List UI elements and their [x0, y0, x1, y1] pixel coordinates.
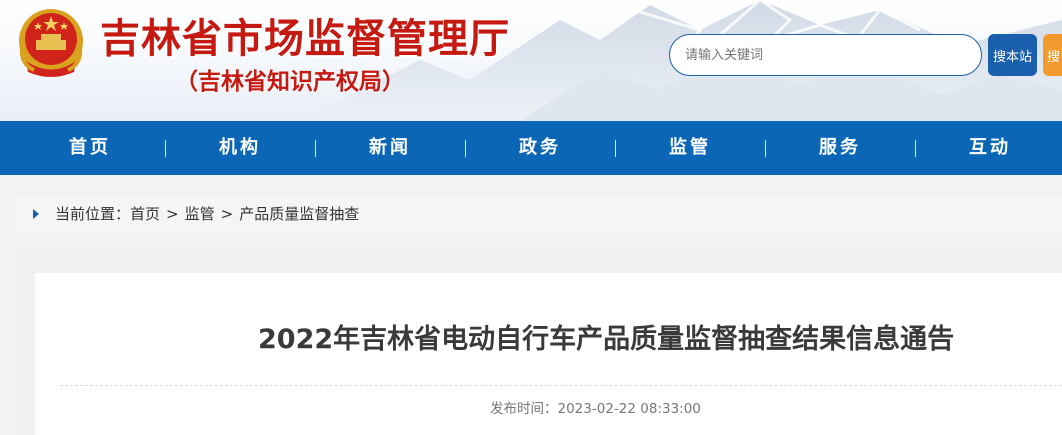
breadcrumb: 当前位置：首页 > 监管 > 产品质量监督抽查	[15, 196, 1062, 233]
breadcrumb-separator: >	[166, 205, 179, 223]
nav-separator	[915, 140, 916, 157]
site-header: 吉林省市场监督管理厅 （吉林省知识产权局） 搜本站 搜	[0, 0, 1062, 121]
nav-item-government-affairs[interactable]: 政务	[480, 121, 600, 175]
nav-separator	[315, 140, 316, 157]
nav-separator	[765, 140, 766, 157]
search-input[interactable]	[669, 34, 982, 76]
article-divider	[60, 385, 1062, 386]
main-nav: 首页 机构 新闻 政务 监管 服务 互动	[0, 121, 1062, 175]
publish-time-label: 发布时间：	[490, 401, 558, 417]
nav-separator	[465, 140, 466, 157]
site-title: 吉林省市场监督管理厅	[100, 16, 510, 62]
breadcrumb-link-supervision[interactable]: 监管	[185, 196, 215, 233]
nav-separator	[615, 140, 616, 157]
nav-item-news[interactable]: 新闻	[330, 121, 450, 175]
publish-time-value: 2023-02-22 08:33:00	[557, 401, 701, 417]
breadcrumb-separator: >	[220, 205, 234, 223]
breadcrumb-link-product-quality[interactable]: 产品质量监督抽查	[239, 196, 359, 233]
publish-time: 发布时间：2023-02-22 08:33:00	[490, 397, 701, 417]
national-emblem-icon	[19, 9, 83, 77]
article-title: 2022年吉林省电动自行车产品质量监督抽查结果信息通告	[258, 324, 955, 355]
site-subtitle: （吉林省知识产权局）	[175, 69, 405, 95]
triangle-right-icon	[33, 209, 39, 219]
breadcrumb-link-home[interactable]: 首页	[130, 196, 160, 233]
nav-item-supervision[interactable]: 监管	[630, 121, 750, 175]
nav-item-home[interactable]: 首页	[30, 121, 150, 175]
search-site-button[interactable]: 搜本站	[988, 34, 1037, 76]
search-other-button[interactable]: 搜	[1043, 34, 1062, 76]
nav-item-interaction[interactable]: 互动	[930, 121, 1050, 175]
nav-separator	[165, 140, 166, 157]
breadcrumb-prefix: 当前位置：	[55, 205, 131, 223]
nav-item-organization[interactable]: 机构	[180, 121, 300, 175]
nav-item-services[interactable]: 服务	[780, 121, 900, 175]
